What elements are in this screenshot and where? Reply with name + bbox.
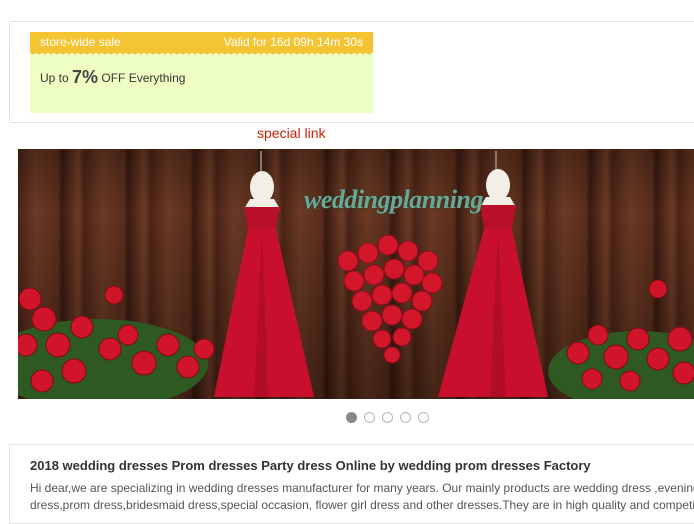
carousel-dot-5[interactable] [418, 412, 429, 423]
offer-percent: 7% [72, 67, 99, 87]
offer-prefix: Up to [40, 71, 69, 85]
shop-intro-line-1: Hi dear,we are specializing in wedding d… [30, 481, 694, 495]
coupon-offer: Up to 7% OFF Everything [40, 67, 185, 88]
coupon-countdown: Valid for 16d 09h 14m 30s [223, 35, 363, 49]
rose-heart-image [337, 234, 443, 364]
coupon-header: store-wide sale Valid for 16d 09h 14m 30… [30, 32, 373, 56]
carousel-dot-4[interactable] [400, 412, 411, 423]
sale-coupon[interactable]: store-wide sale Valid for 16d 09h 14m 30… [30, 32, 373, 113]
shop-intro-title: 2018 wedding dresses Prom dresses Party … [30, 458, 591, 473]
shop-intro-text: Hi dear,we are specializing in wedding d… [30, 480, 694, 514]
left-dress-image [214, 151, 314, 397]
hero-banner[interactable]: weddingplanning [18, 149, 694, 399]
carousel-dot-1[interactable] [346, 412, 357, 423]
offer-suffix: OFF Everything [101, 71, 186, 85]
carousel-dot-2[interactable] [364, 412, 375, 423]
coupon-title: store-wide sale [40, 35, 121, 49]
carousel-dot-3[interactable] [382, 412, 393, 423]
shop-intro-line-2: dress,prom dress,bridesmaid dress,specia… [30, 498, 694, 512]
carousel-pagination [346, 412, 436, 424]
roses-left-image [18, 285, 215, 399]
roses-right-image [548, 279, 694, 399]
banner-brand-text: weddingplanning [304, 185, 483, 214]
special-link[interactable]: special link [257, 125, 325, 141]
